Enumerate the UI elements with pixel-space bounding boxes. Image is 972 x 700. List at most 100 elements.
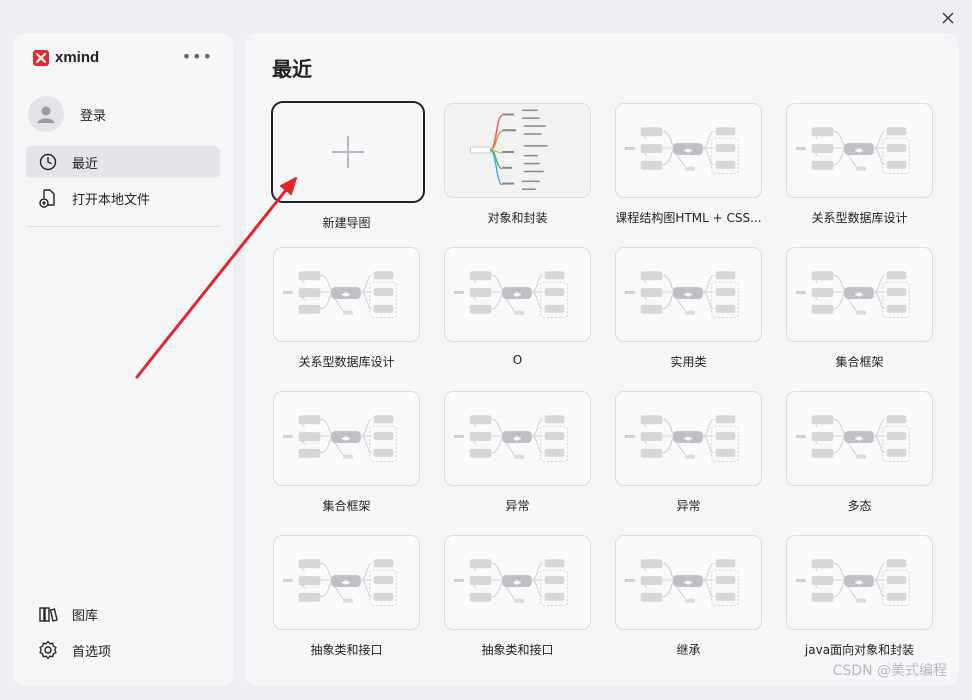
new-map-thumbnail — [271, 101, 425, 203]
card-label: 对象和封装 — [487, 211, 548, 225]
xmind-logo-icon — [33, 49, 49, 66]
brand: xmind — [33, 49, 99, 66]
login-button[interactable]: 登录 — [28, 96, 106, 132]
card-label: 课程结构图HTML + CSS... — [615, 211, 762, 225]
svg-text:◀▶: ◀▶ — [341, 580, 351, 586]
map-thumbnail: ◀▶ — [786, 535, 933, 630]
mind-map-thumbnail-icon: ◀▶ — [795, 559, 910, 607]
card-label: 实用类 — [670, 355, 707, 369]
recent-map-card[interactable]: ◀▶ 抽象类和接口 — [444, 535, 592, 658]
nav-item-label: 打开本地文件 — [72, 192, 151, 208]
recent-map-card[interactable]: ◀▶ 抽象类和接口 — [273, 535, 421, 658]
recent-map-card[interactable]: ◀▶ 实用类 — [615, 247, 763, 370]
card-label: 抽象类和接口 — [310, 643, 383, 657]
nav-item-open-local-file[interactable]: 打开本地文件 — [26, 182, 220, 214]
map-thumbnail: ◀▶ — [615, 103, 762, 198]
svg-text:◀▶: ◀▶ — [854, 436, 864, 442]
nav-item-label: 首选项 — [72, 644, 112, 660]
mind-map-thumbnail-icon: ◀▶ — [795, 127, 910, 175]
card-label: 新建导图 — [322, 216, 371, 230]
card-label: O — [512, 353, 523, 367]
svg-text:◀▶: ◀▶ — [341, 436, 351, 442]
more-button[interactable]: ••• — [182, 47, 213, 66]
map-thumbnail: ◀▶ — [786, 391, 933, 486]
sidebar: xmind ••• 登录 最近 打开本地文件 图库 首选项 — [13, 33, 233, 686]
svg-text:◀▶: ◀▶ — [512, 292, 522, 298]
svg-text:◀▶: ◀▶ — [341, 292, 351, 298]
recent-map-card[interactable]: ◀▶ 集合框架 — [273, 391, 421, 514]
card-label: 异常 — [505, 499, 530, 513]
user-icon — [37, 106, 55, 123]
card-label: 关系型数据库设计 — [298, 355, 395, 369]
map-thumbnail: ◀▶ — [786, 247, 933, 342]
clock-icon — [38, 152, 58, 172]
main-panel: 最近 新建导图 对象和封装 ◀▶ 课程结构图HTML + CSS... ◀▶ 关… — [245, 33, 959, 686]
card-label: java面向对象和封装 — [804, 643, 915, 657]
recent-map-card[interactable]: ◀▶ 异常 — [615, 391, 763, 514]
close-icon — [942, 12, 954, 24]
avatar — [28, 96, 64, 132]
new-map-card[interactable]: 新建导图 — [271, 101, 425, 231]
recent-map-card[interactable]: ◀▶ 异常 — [444, 391, 592, 514]
recent-map-card[interactable]: ◀▶ java面向对象和封装 — [786, 535, 934, 658]
mind-map-thumbnail-icon: ◀▶ — [795, 271, 910, 319]
map-thumbnail: ◀▶ — [444, 391, 591, 486]
map-thumbnail: ◀▶ — [615, 391, 762, 486]
svg-text:◀▶: ◀▶ — [854, 148, 864, 154]
svg-text:◀▶: ◀▶ — [683, 580, 693, 586]
map-thumbnail: ◀▶ — [615, 247, 762, 342]
card-label: 抽象类和接口 — [481, 643, 554, 657]
mind-map-preview-icon — [445, 104, 590, 197]
card-label: 异常 — [676, 499, 701, 513]
card-label: 关系型数据库设计 — [811, 211, 908, 225]
nav-item-preferences[interactable]: 首选项 — [26, 634, 220, 666]
nav-item-label: 最近 — [72, 156, 99, 172]
recent-map-card[interactable]: ◀▶ 关系型数据库设计 — [786, 103, 934, 226]
library-icon — [38, 604, 58, 624]
recent-map-card[interactable]: 对象和封装 — [444, 103, 592, 226]
nav-item-library[interactable]: 图库 — [26, 598, 220, 630]
recent-map-card[interactable]: ◀▶ 集合框架 — [786, 247, 934, 370]
mind-map-thumbnail-icon: ◀▶ — [453, 559, 568, 607]
map-thumbnail: ◀▶ — [273, 535, 420, 630]
map-thumbnail: ◀▶ — [273, 247, 420, 342]
watermark: CSDN @美式编程 — [832, 663, 947, 679]
mind-map-thumbnail-icon: ◀▶ — [282, 559, 397, 607]
card-label: 继承 — [676, 643, 701, 657]
mind-map-thumbnail-icon: ◀▶ — [795, 415, 910, 463]
mind-map-thumbnail-icon: ◀▶ — [453, 415, 568, 463]
login-label: 登录 — [80, 108, 107, 124]
open-file-icon — [38, 188, 58, 208]
sidebar-divider — [26, 226, 220, 227]
recent-map-card[interactable]: ◀▶ 继承 — [615, 535, 763, 658]
map-thumbnail: ◀▶ — [273, 391, 420, 486]
brand-name: xmind — [55, 49, 100, 66]
recent-map-card[interactable]: ◀▶ 课程结构图HTML + CSS... — [615, 103, 763, 226]
map-thumbnail: ◀▶ — [615, 535, 762, 630]
mind-map-thumbnail-icon: ◀▶ — [624, 559, 739, 607]
recent-map-card[interactable]: ◀▶ O — [444, 247, 592, 367]
plus-icon — [332, 136, 364, 168]
mind-map-thumbnail-icon: ◀▶ — [624, 415, 739, 463]
recent-map-card[interactable]: ◀▶ 关系型数据库设计 — [273, 247, 421, 370]
mind-map-thumbnail-icon: ◀▶ — [624, 127, 739, 175]
map-thumbnail: ◀▶ — [444, 535, 591, 630]
gear-icon — [38, 640, 58, 660]
mind-map-thumbnail-icon: ◀▶ — [624, 271, 739, 319]
card-label: 集合框架 — [322, 499, 371, 513]
map-thumbnail — [444, 103, 591, 198]
svg-text:◀▶: ◀▶ — [854, 580, 864, 586]
svg-text:◀▶: ◀▶ — [683, 148, 693, 154]
svg-text:◀▶: ◀▶ — [683, 436, 693, 442]
mind-map-thumbnail-icon: ◀▶ — [453, 271, 568, 319]
card-label: 集合框架 — [835, 355, 884, 369]
close-button[interactable] — [938, 8, 958, 28]
mind-map-thumbnail-icon: ◀▶ — [282, 271, 397, 319]
svg-text:◀▶: ◀▶ — [512, 580, 522, 586]
map-thumbnail: ◀▶ — [786, 103, 933, 198]
recent-map-card[interactable]: ◀▶ 多态 — [786, 391, 934, 514]
nav-item-recent[interactable]: 最近 — [26, 146, 220, 178]
page-title: 最近 — [272, 57, 312, 81]
nav-item-label: 图库 — [72, 608, 99, 624]
svg-text:◀▶: ◀▶ — [683, 292, 693, 298]
